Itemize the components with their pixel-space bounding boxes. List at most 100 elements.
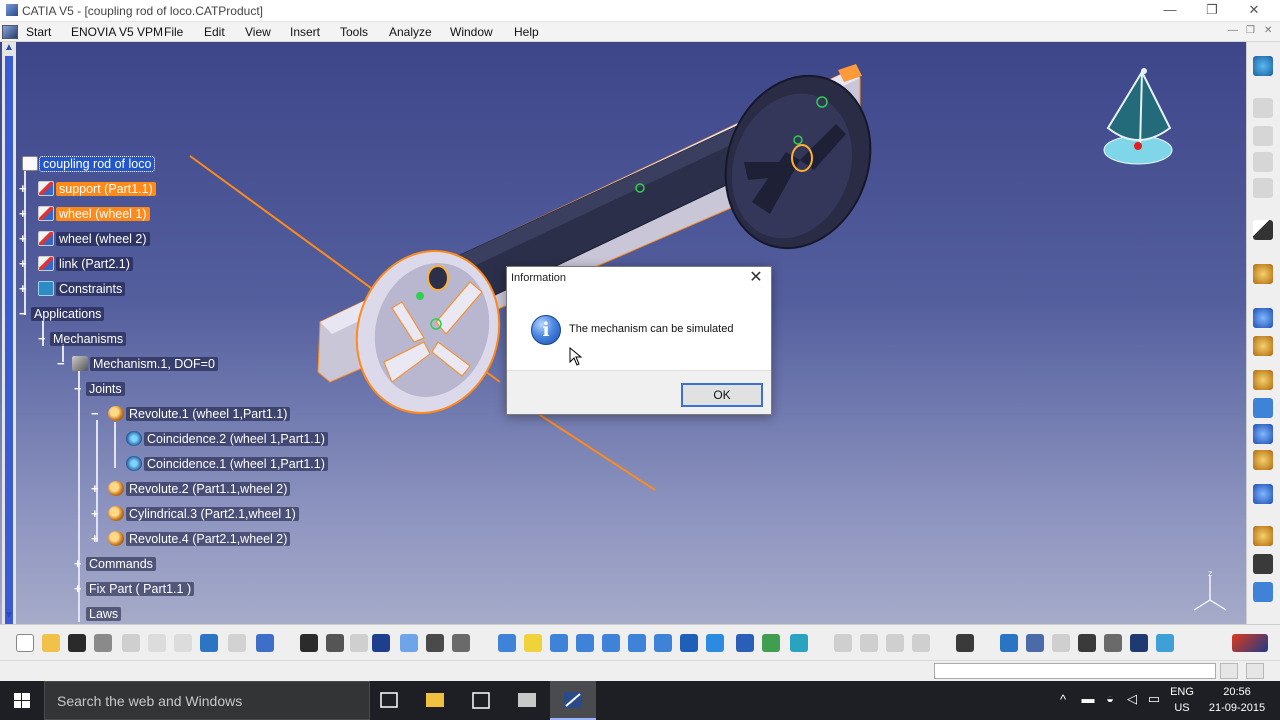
manipulation-icon[interactable] (886, 634, 904, 652)
app-icon[interactable] (504, 681, 550, 720)
camera-icon[interactable] (956, 634, 974, 652)
play-icon[interactable] (1052, 634, 1070, 652)
mdi-close-button[interactable]: ✕ (1264, 25, 1272, 36)
dialog-close-button[interactable]: ✕ (747, 269, 765, 287)
dress-up-icon[interactable] (350, 634, 368, 652)
table-icon[interactable] (372, 634, 390, 652)
tree-item-fix-part[interactable]: Fix Part ( Part1.1 ) (86, 580, 195, 598)
file-explorer-icon[interactable] (412, 681, 458, 720)
zoom-out-icon[interactable] (628, 634, 646, 652)
tree-scrollbar[interactable]: ▲ ▼ (2, 42, 16, 626)
help-icon[interactable] (256, 634, 274, 652)
tree-item-joints[interactable]: Joints (86, 380, 125, 398)
menu-analyze[interactable]: Analyze (389, 25, 432, 39)
gear-joint-icon[interactable] (1253, 424, 1273, 444)
tree-item-constraints[interactable]: Constraints (38, 280, 126, 298)
select-arrow-icon[interactable] (1253, 220, 1273, 240)
shading-icon[interactable] (736, 634, 754, 652)
menu-file[interactable]: File (164, 25, 183, 39)
menu-help[interactable]: Help (514, 25, 539, 39)
tree-item-mechanisms[interactable]: Mechanisms (50, 330, 127, 348)
task-view-icon[interactable] (366, 681, 412, 720)
formula-icon[interactable] (300, 634, 318, 652)
tree-item-coincidence-1[interactable]: Coincidence.1 (wheel 1,Part1.1) (126, 455, 328, 473)
menu-window[interactable]: Window (450, 25, 493, 39)
cylindrical-joint-tool-icon[interactable] (1253, 450, 1273, 470)
tree-item-wheel-1[interactable]: wheel (wheel 1) (38, 205, 150, 223)
rotate-icon[interactable] (576, 634, 594, 652)
mdi-minimize-button[interactable]: — (1228, 25, 1238, 36)
collapse-icon[interactable]: − (38, 332, 47, 345)
undo-icon[interactable] (200, 634, 218, 652)
open-folder-icon[interactable] (42, 634, 60, 652)
collapse-icon[interactable]: − (91, 407, 100, 420)
menu-tools[interactable]: Tools (340, 25, 368, 39)
fixed-part-icon[interactable] (1253, 398, 1273, 418)
minimize-button[interactable]: — (1160, 2, 1180, 18)
gear-icon[interactable] (1104, 634, 1122, 652)
expand-icon[interactable]: + (19, 257, 28, 270)
normal-view-icon[interactable] (654, 634, 672, 652)
tree-item-wheel-2[interactable]: wheel (wheel 2) (38, 230, 150, 248)
chart-icon[interactable] (1130, 634, 1148, 652)
tree-item-applications[interactable]: Applications (31, 305, 105, 323)
paste-icon[interactable] (174, 634, 192, 652)
catalog-icon[interactable] (400, 634, 418, 652)
menu-edit[interactable]: Edit (204, 25, 225, 39)
snap-icon[interactable] (834, 634, 852, 652)
sensor-icon[interactable] (1253, 484, 1273, 504)
workbench-icon[interactable] (1253, 56, 1273, 76)
compass-icon[interactable] (1100, 66, 1180, 176)
redo-icon[interactable] (228, 634, 246, 652)
search-icon[interactable] (1078, 634, 1096, 652)
fit-all-icon[interactable] (524, 634, 542, 652)
tool-icon[interactable] (1253, 98, 1273, 118)
scroll-down-icon[interactable]: ▼ (3, 610, 15, 622)
taskbar-search-box[interactable]: Search the web and Windows (44, 681, 370, 720)
tree-root-product[interactable]: coupling rod of loco (22, 155, 156, 173)
expand-icon[interactable]: + (91, 507, 100, 520)
battery-icon[interactable]: ▬ (1080, 691, 1096, 706)
expand-icon[interactable]: + (91, 532, 100, 545)
tool-icon[interactable] (1253, 152, 1273, 172)
close-button[interactable]: ✕ (1244, 2, 1264, 18)
tree-item-mechanism-1[interactable]: Mechanism.1, DOF=0 (72, 355, 218, 373)
volume-icon[interactable]: ◁ (1124, 691, 1140, 707)
new-file-icon[interactable] (16, 634, 34, 652)
tool-icon[interactable] (1253, 178, 1273, 198)
expand-icon[interactable]: + (74, 557, 83, 570)
tray-chevron-icon[interactable]: ^ (1056, 692, 1070, 707)
menu-enovia[interactable]: ENOVIA V5 VPM (71, 25, 163, 39)
collapse-icon[interactable]: − (19, 307, 28, 320)
expand-icon[interactable]: + (19, 282, 28, 295)
kinematics-icon[interactable] (1253, 526, 1273, 546)
wifi-icon[interactable]: ◒ (1102, 691, 1118, 706)
expand-icon[interactable]: + (19, 182, 28, 195)
collapse-icon[interactable]: − (57, 357, 66, 370)
simulation-icon[interactable] (1253, 336, 1273, 356)
scroll-thumb[interactable] (5, 56, 13, 626)
tree-item-support[interactable]: support (Part1.1) (38, 180, 156, 198)
catia-taskbar-icon[interactable] (550, 681, 596, 720)
save-icon[interactable] (68, 634, 86, 652)
expand-icon[interactable]: + (19, 232, 28, 245)
copy-icon[interactable] (148, 634, 166, 652)
language-region[interactable]: US (1168, 702, 1196, 714)
tree-item-cylindrical-3[interactable]: Cylindrical.3 (Part2.1,wheel 1) (108, 505, 299, 523)
expand-icon[interactable]: + (19, 207, 28, 220)
tree-item-revolute-4[interactable]: Revolute.4 (Part2.1,wheel 2) (108, 530, 291, 548)
compass-reset-icon[interactable] (1026, 634, 1044, 652)
simulate-icon[interactable] (1253, 308, 1273, 328)
command-input[interactable] (934, 663, 1216, 679)
measure-icon[interactable] (1253, 582, 1273, 602)
clash-icon[interactable] (912, 634, 930, 652)
status-button[interactable] (1220, 663, 1238, 679)
clock-time[interactable]: 20:56 (1204, 686, 1270, 698)
clock-date[interactable]: 21-09-2015 (1204, 702, 1270, 714)
menu-insert[interactable]: Insert (290, 25, 320, 39)
expand-icon[interactable]: + (74, 582, 83, 595)
hide-show-icon[interactable] (762, 634, 780, 652)
grid-icon[interactable] (1253, 554, 1273, 574)
status-button[interactable] (1246, 663, 1264, 679)
iso-view-icon[interactable] (706, 634, 724, 652)
